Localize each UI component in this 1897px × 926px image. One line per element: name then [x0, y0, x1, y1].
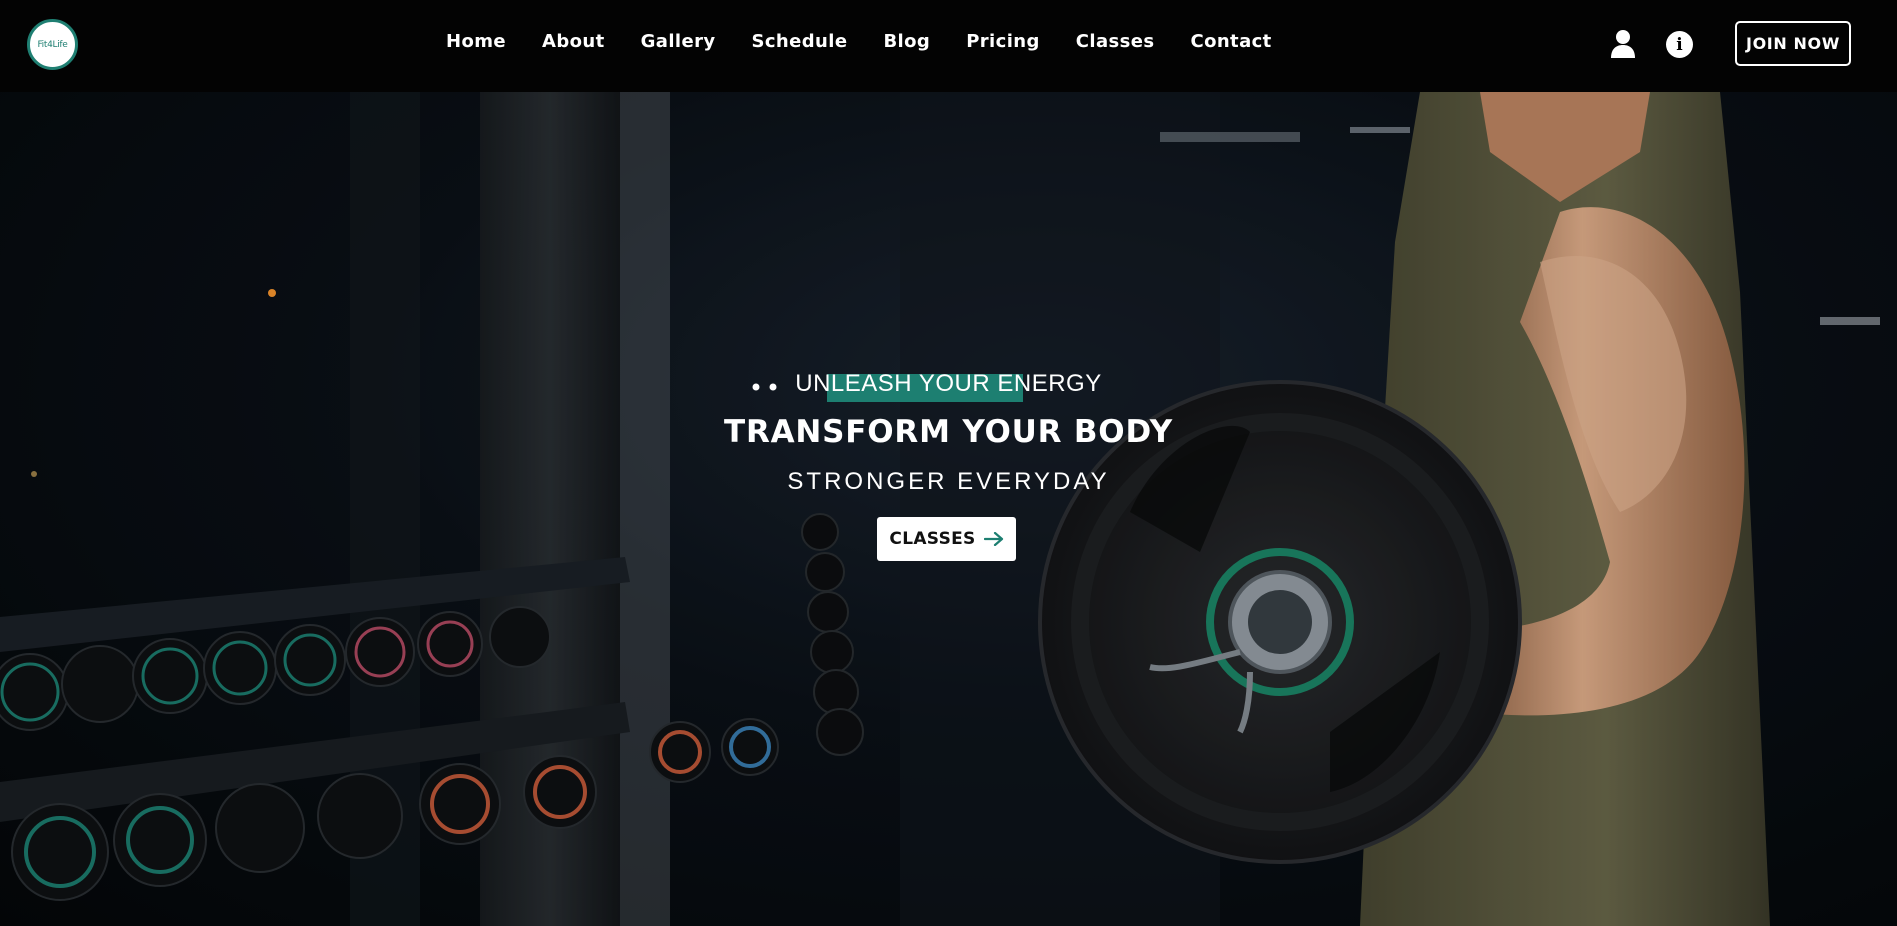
brand-logo[interactable]: Fit4Life [27, 19, 78, 70]
join-now-button[interactable]: JOIN NOW [1735, 21, 1851, 66]
hero-content: UNLEASH YOUR ENERGY TRANSFORM YOUR BODY … [0, 92, 1897, 926]
classes-button-label: CLASSES [889, 529, 976, 549]
nav-link-schedule[interactable]: Schedule [752, 31, 848, 52]
classes-button[interactable]: CLASSES [877, 517, 1016, 561]
top-navbar: Fit4Life Home About Gallery Schedule Blo… [0, 0, 1897, 92]
info-icon[interactable]: i [1666, 31, 1693, 58]
nav-link-gallery[interactable]: Gallery [641, 31, 716, 52]
hero-section: UNLEASH YOUR ENERGY TRANSFORM YOUR BODY … [0, 92, 1897, 926]
arrow-right-icon [983, 532, 1003, 546]
nav-link-pricing[interactable]: Pricing [966, 31, 1040, 52]
nav-link-contact[interactable]: Contact [1190, 31, 1271, 52]
nav-link-classes[interactable]: Classes [1076, 31, 1155, 52]
user-icon[interactable] [1610, 29, 1636, 59]
hero-title: TRANSFORM YOUR BODY [724, 414, 1173, 450]
hero-subtitle: STRONGER EVERYDAY [787, 468, 1110, 495]
nav-link-blog[interactable]: Blog [883, 31, 930, 52]
main-nav: Home About Gallery Schedule Blog Pricing… [446, 31, 1272, 52]
logo-text: Fit4Life [37, 39, 68, 50]
nav-link-about[interactable]: About [542, 31, 605, 52]
nav-link-home[interactable]: Home [446, 31, 506, 52]
hero-tagline: UNLEASH YOUR ENERGY [0, 370, 1897, 402]
decorative-dots-icon [752, 383, 777, 391]
tagline-text: UNLEASH YOUR ENERGY [795, 370, 1102, 397]
